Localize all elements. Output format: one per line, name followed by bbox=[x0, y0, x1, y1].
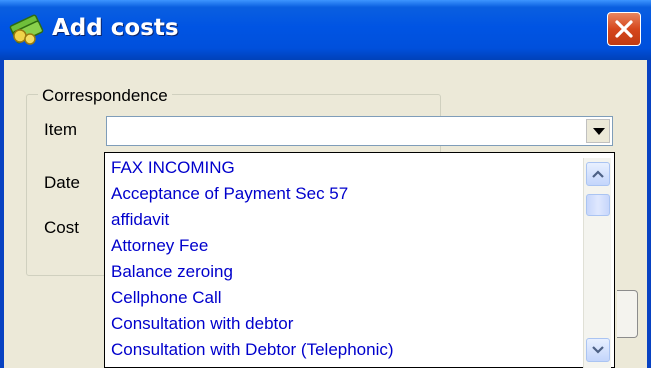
list-item[interactable]: Consultation with Debtor (Telephonic) bbox=[111, 337, 394, 363]
chevron-down-icon bbox=[592, 346, 604, 354]
title-bar[interactable]: Add costs bbox=[0, 0, 651, 60]
app-icon bbox=[8, 12, 44, 46]
groupbox-legend: Correspondence bbox=[38, 86, 172, 106]
scroll-down-button[interactable] bbox=[586, 338, 610, 362]
scroll-up-button[interactable] bbox=[586, 162, 610, 186]
window-border-right bbox=[647, 60, 651, 368]
close-icon bbox=[615, 20, 633, 38]
list-item[interactable]: Consultation with debtor bbox=[111, 311, 293, 337]
cost-label: Cost bbox=[44, 218, 79, 237]
list-item[interactable]: Attorney Fee bbox=[111, 233, 208, 259]
list-item[interactable]: Cellphone Call bbox=[111, 285, 222, 311]
item-combobox[interactable] bbox=[106, 116, 613, 146]
chevron-down-icon bbox=[593, 128, 605, 135]
add-costs-dialog: Add costs Correspondence Item Date Cost … bbox=[0, 0, 651, 368]
close-button[interactable] bbox=[607, 12, 641, 46]
list-item[interactable]: FAX INCOMING bbox=[111, 155, 235, 181]
chevron-up-icon bbox=[592, 170, 604, 178]
item-combobox-dropdown-button[interactable] bbox=[586, 119, 610, 143]
list-item[interactable]: Acceptance of Payment Sec 57 bbox=[111, 181, 348, 207]
window-border-left bbox=[0, 60, 4, 368]
item-label: Item bbox=[44, 120, 78, 139]
list-item[interactable]: Balance zeroing bbox=[111, 259, 233, 285]
date-label: Date bbox=[44, 173, 80, 192]
partial-button[interactable] bbox=[617, 290, 638, 338]
window-title: Add costs bbox=[52, 15, 179, 41]
dropdown-scrollbar[interactable] bbox=[583, 158, 611, 368]
item-dropdown-list[interactable]: FAX INCOMING Acceptance of Payment Sec 5… bbox=[104, 152, 615, 368]
scroll-thumb[interactable] bbox=[586, 194, 610, 216]
list-item[interactable]: affidavit bbox=[111, 207, 169, 233]
